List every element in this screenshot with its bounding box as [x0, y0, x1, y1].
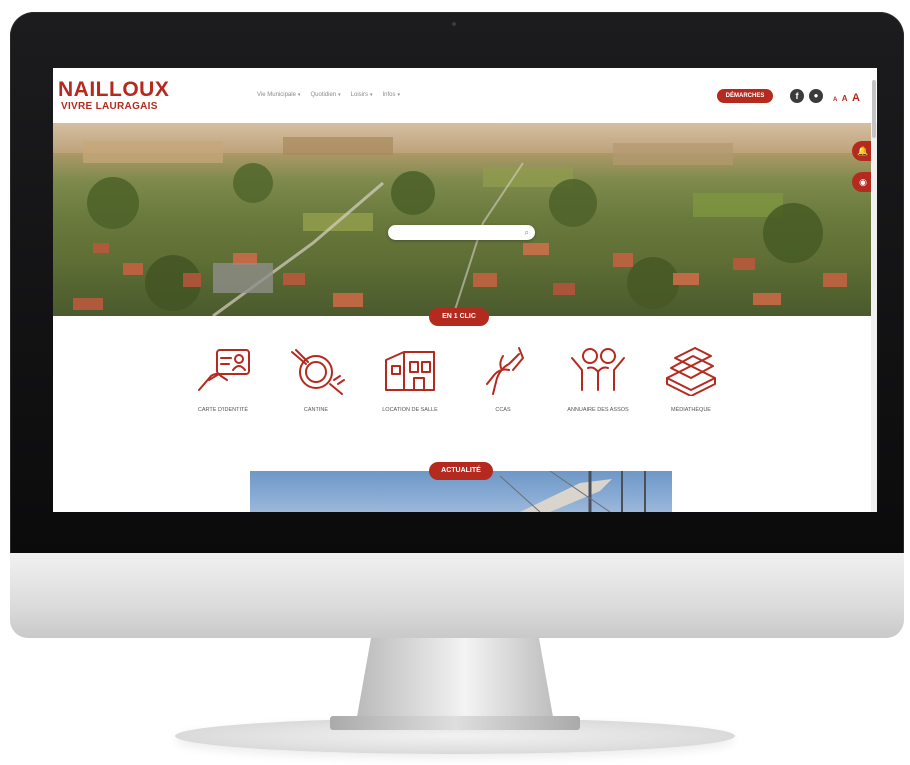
account-icon[interactable]: ●: [809, 89, 823, 103]
nav-item-quotidien[interactable]: Quotidien ▾: [310, 92, 340, 98]
quick-link-mediatheque[interactable]: MÉDIATHÈQUE: [646, 344, 736, 414]
quick-link-cantine[interactable]: CANTINE: [271, 344, 361, 414]
quick-link-annuaire-assos[interactable]: ANNUAIRE DES ASSOS: [553, 344, 643, 414]
font-size-small-button[interactable]: A: [833, 97, 837, 103]
helping-hands-icon: [486, 347, 524, 395]
hero-village-illustration: [73, 137, 847, 316]
hero-aerial-photo: ⌕: [53, 123, 871, 316]
monitor-chin: [10, 553, 904, 638]
scrollbar-thumb[interactable]: [872, 80, 876, 138]
chevron-down-icon: ▾: [297, 92, 301, 98]
people-icon: [571, 348, 625, 391]
font-size-controls: A A A: [833, 88, 860, 106]
font-size-large-button[interactable]: A: [852, 92, 860, 104]
chevron-down-icon: ▾: [338, 92, 341, 98]
demarches-button[interactable]: DÉMARCHES: [717, 89, 773, 103]
font-size-medium-button[interactable]: A: [842, 94, 848, 103]
camera-icon: [452, 22, 456, 26]
actualite-badge: ACTUALITÉ: [429, 462, 493, 480]
quick-link-label: CANTINE: [303, 407, 329, 413]
search-icon[interactable]: ⌕: [525, 228, 529, 238]
main-nav: Vie Municipale ▾ Quotidien ▾ Loisirs ▾ Info…: [257, 92, 400, 98]
scrollbar-track[interactable]: [871, 123, 877, 512]
books-icon: [666, 347, 716, 396]
quick-link-label: LOCATION DE SALLE: [382, 407, 438, 413]
building-icon: [385, 351, 435, 391]
quick-link-label: CARTE D'IDENTITÉ: [197, 407, 249, 413]
quick-link-carte-identite[interactable]: CARTE D'IDENTITÉ: [178, 344, 268, 414]
plate-cutlery-icon: [291, 349, 345, 395]
monitor-stand: [355, 638, 555, 728]
nav-item-infos[interactable]: Infos ▾: [383, 92, 401, 98]
quick-links: CARTE D'IDENTITÉ CANTINE LOCATION DE SAL…: [53, 344, 871, 444]
nav-item-loisirs[interactable]: Loisirs ▾: [351, 92, 373, 98]
facebook-icon[interactable]: f: [790, 89, 804, 103]
site-header: NAILLOUX VIVRE LAURAGAIS Vie Municipale ▾…: [53, 68, 877, 123]
chevron-down-icon: ▾: [397, 92, 401, 98]
quick-link-location-salle[interactable]: LOCATION DE SALLE: [365, 344, 455, 414]
monitor-base-plate: [330, 716, 580, 730]
quick-link-label: MÉDIATHÈQUE: [671, 407, 711, 413]
quick-link-label: CCAS: [495, 407, 511, 413]
website-screen: NAILLOUX VIVRE LAURAGAIS Vie Municipale ▾…: [53, 68, 877, 512]
site-logo-title[interactable]: NAILLOUX: [58, 78, 169, 102]
en-1-clic-badge: EN 1 CLIC: [429, 308, 489, 326]
quick-link-ccas[interactable]: CCAS: [458, 344, 548, 414]
site-logo-subtitle: VIVRE LAURAGAIS: [61, 101, 158, 112]
id-card-icon: [198, 349, 250, 391]
quick-link-label: ANNUAIRE DES ASSOS: [567, 407, 629, 413]
nav-item-vie-municipale[interactable]: Vie Municipale ▾: [257, 92, 300, 98]
search-input[interactable]: ⌕: [388, 225, 535, 240]
chevron-down-icon: ▾: [369, 92, 373, 98]
